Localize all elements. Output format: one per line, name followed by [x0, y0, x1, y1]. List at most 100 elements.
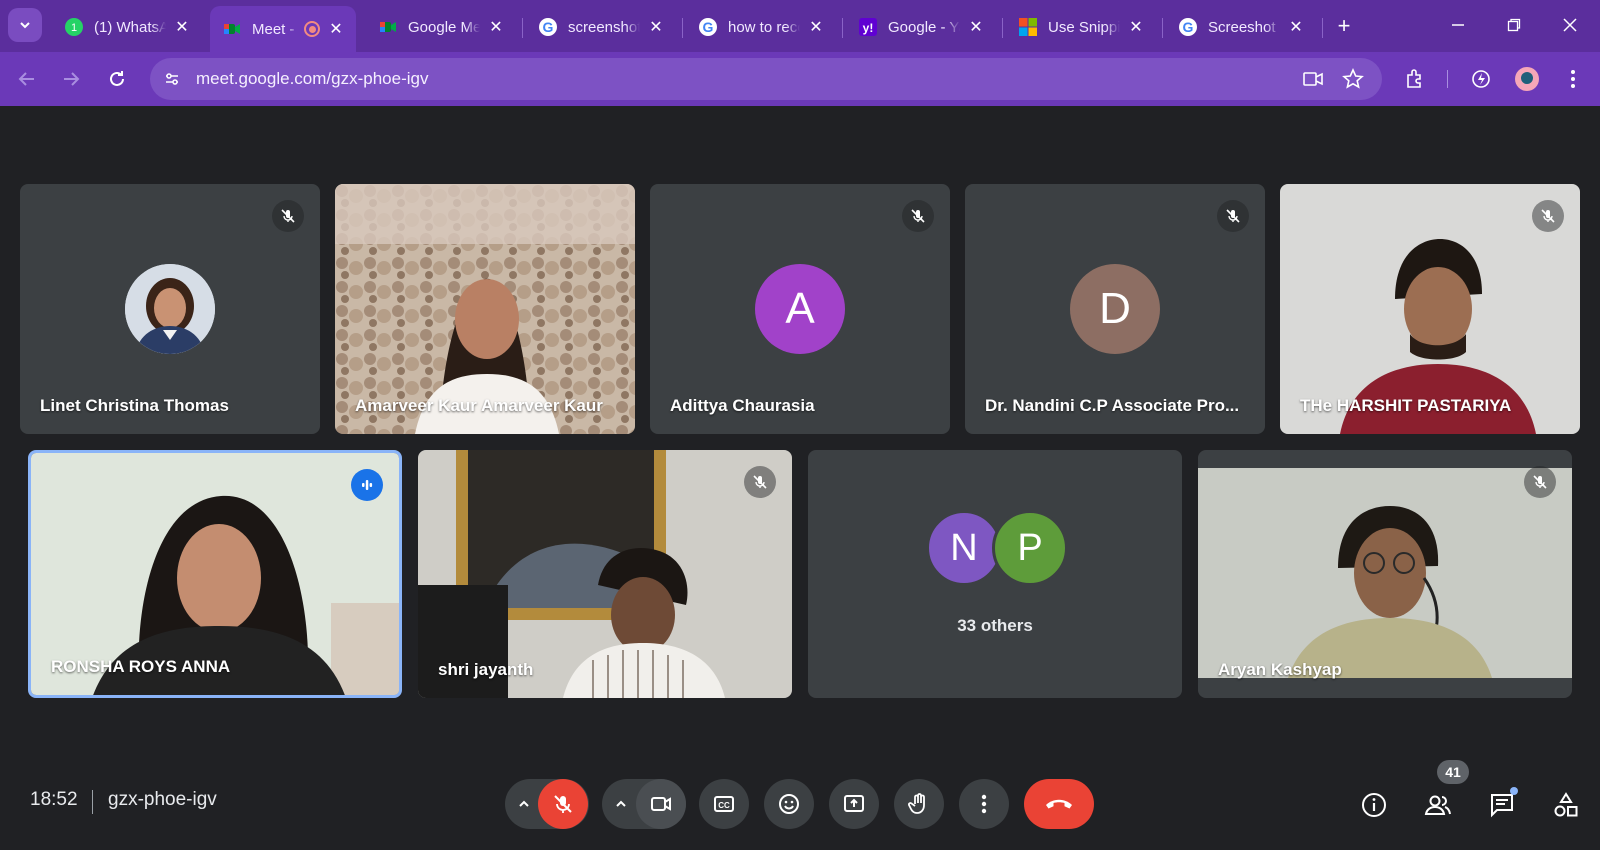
muted-mic-icon [1524, 466, 1556, 498]
present-to-all-icon [844, 795, 864, 812]
chat-icon [1491, 794, 1513, 818]
close-icon[interactable]: ✕ [1126, 17, 1146, 37]
avatar [125, 264, 215, 354]
arrow-left-icon [18, 72, 34, 86]
mic-off-icon [554, 795, 572, 813]
audio-options-button[interactable] [509, 797, 539, 811]
participant-tile-active-speaker[interactable]: RONSHA ROYS ANNA [28, 450, 402, 698]
back-button[interactable] [12, 64, 42, 94]
bookmark-star-icon[interactable] [1342, 68, 1364, 95]
chevron-up-icon [616, 800, 626, 807]
forward-button[interactable] [56, 64, 86, 94]
camera-permission-icon[interactable] [1302, 68, 1324, 95]
close-icon[interactable]: ✕ [172, 17, 192, 37]
participant-tile[interactable]: THe HARSHIT PASTARIYA [1280, 184, 1580, 434]
close-icon[interactable]: ✕ [1286, 17, 1306, 37]
tab-title: screenshot [568, 18, 640, 36]
close-icon[interactable]: ✕ [326, 19, 346, 39]
plus-icon: + [1337, 13, 1351, 38]
info-icon [1362, 793, 1386, 817]
tab-google-meet[interactable]: Google Meet ✕ [366, 6, 516, 48]
address-bar[interactable]: meet.google.com/gzx-phoe-igv [150, 58, 1382, 100]
video-options-button[interactable] [606, 797, 636, 811]
google-meet-icon [378, 17, 398, 37]
reactions-button[interactable] [764, 779, 814, 829]
participant-tile[interactable]: Amarveer Kaur Amarveer Kaur [335, 184, 635, 434]
tab-title: Use Snipping Tool [1048, 18, 1120, 36]
chat-button[interactable] [1482, 785, 1522, 825]
muted-mic-icon [744, 466, 776, 498]
profile-avatar[interactable] [1512, 64, 1542, 94]
tab-divider [1162, 18, 1163, 38]
present-screen-button[interactable] [829, 779, 879, 829]
tab-meet[interactable]: Meet - gzx-phoe-igv ✕ [210, 6, 356, 52]
svg-text:G: G [543, 19, 554, 35]
close-window-button[interactable] [1550, 8, 1590, 42]
participant-name: Dr. Nandini C.P Associate Pro... [985, 396, 1240, 415]
meeting-clock: 18:52 [30, 789, 78, 810]
meeting-details-button[interactable] [1354, 785, 1394, 825]
minimize-button[interactable] [1438, 8, 1478, 42]
people-button[interactable] [1418, 785, 1458, 825]
url-text: meet.google.com/gzx-phoe-igv [196, 69, 429, 88]
close-icon [1563, 18, 1577, 32]
tab-screeshot[interactable]: G Screeshot ✕ [1166, 6, 1316, 48]
closed-captions-icon: CC [714, 796, 734, 812]
tab-divider [1002, 18, 1003, 38]
avatar: N [926, 510, 1002, 586]
camera-toggle-button[interactable] [636, 779, 686, 829]
performance-button[interactable] [1466, 64, 1496, 94]
extensions-button[interactable] [1400, 64, 1430, 94]
others-tile[interactable]: N P 33 others [808, 450, 1182, 698]
tab-search-button[interactable] [8, 8, 42, 42]
tab-how-to-record[interactable]: G how to record ✕ [686, 6, 836, 48]
participant-tile[interactable]: Linet Christina Thomas [20, 184, 320, 434]
browser-menu-button[interactable] [1558, 64, 1588, 94]
microsoft-icon [1018, 17, 1038, 37]
muted-mic-icon [902, 200, 934, 232]
call-end-icon [1046, 799, 1072, 809]
close-icon[interactable]: ✕ [646, 17, 666, 37]
captions-button[interactable]: CC [699, 779, 749, 829]
restore-button[interactable] [1494, 8, 1534, 42]
close-icon[interactable]: ✕ [806, 17, 826, 37]
browser-tab-strip: 1 (1) WhatsApp ✕ Meet - gzx-phoe-igv ✕ G… [0, 0, 1600, 52]
svg-text:G: G [703, 19, 714, 35]
reload-button[interactable] [102, 64, 132, 94]
tab-snipping-tool[interactable]: Use Snipping Tool ✕ [1006, 6, 1156, 48]
raise-hand-button[interactable] [894, 779, 944, 829]
avatar: P [992, 510, 1068, 586]
tab-divider [682, 18, 683, 38]
participant-name: Aryan Kashyap [1218, 660, 1342, 679]
profile-icon [1515, 67, 1539, 91]
more-options-button[interactable] [959, 779, 1009, 829]
video-feed [1198, 468, 1572, 678]
participant-tile[interactable]: Aryan Kashyap [1198, 450, 1572, 698]
participant-tile[interactable]: shri jayanth [418, 450, 792, 698]
mic-toggle-button[interactable] [538, 779, 588, 829]
tab-title: (1) WhatsApp [94, 18, 166, 36]
close-icon[interactable]: ✕ [486, 17, 506, 37]
svg-text:CC: CC [718, 801, 730, 810]
google-icon: G [1178, 17, 1198, 37]
arrow-right-icon [64, 72, 80, 86]
leave-call-button[interactable] [1024, 779, 1094, 829]
tab-whatsapp[interactable]: 1 (1) WhatsApp ✕ [52, 6, 202, 48]
svg-text:G: G [1183, 19, 1194, 35]
avatar: A [755, 264, 845, 354]
close-icon[interactable]: ✕ [966, 17, 986, 37]
site-info-icon[interactable] [160, 67, 184, 91]
emoji-icon [779, 794, 799, 814]
tab-screenshot[interactable]: G screenshot ✕ [526, 6, 676, 48]
participant-tile[interactable]: D Dr. Nandini C.P Associate Pro... [965, 184, 1265, 434]
activities-button[interactable] [1546, 785, 1586, 825]
whatsapp-icon: 1 [64, 17, 84, 37]
people-count-badge: 41 [1437, 760, 1469, 784]
chevron-up-icon [519, 800, 529, 807]
svg-text:y!: y! [863, 21, 874, 35]
more-vert-icon [1571, 70, 1575, 88]
participant-tile[interactable]: A Adittya Chaurasia [650, 184, 950, 434]
tab-yahoo[interactable]: y! Google - Yahoo ✕ [846, 6, 996, 48]
tab-title: how to record [728, 18, 800, 36]
new-tab-button[interactable]: + [1330, 12, 1358, 40]
